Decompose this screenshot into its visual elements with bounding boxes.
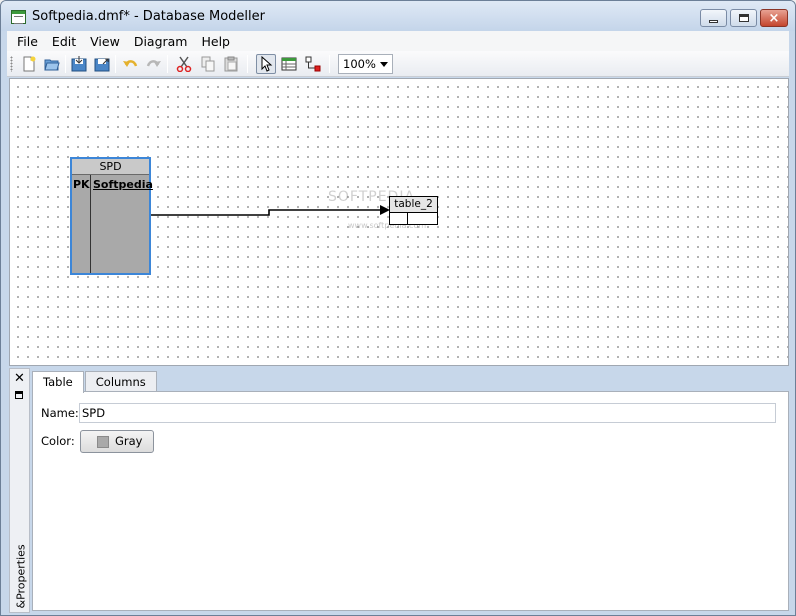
new-file-button[interactable] (19, 54, 39, 74)
properties-dock-strip: ✕ &Properties (9, 368, 30, 613)
add-relation-button[interactable] (303, 54, 323, 74)
entity-field: Softpedia (93, 178, 153, 191)
toolbar-separator (247, 55, 248, 73)
export-icon (94, 58, 110, 72)
toolbar-separator (65, 55, 66, 73)
entity-column-divider (90, 175, 91, 273)
open-folder-icon (44, 59, 60, 71)
zoom-select[interactable]: 100% (338, 54, 393, 74)
zoom-value: 100% (343, 57, 376, 71)
copy-icon (201, 56, 215, 72)
maximize-button[interactable] (730, 9, 757, 27)
entity-spd[interactable]: SPD PK Softpedia (70, 157, 153, 275)
add-table-button[interactable] (279, 54, 299, 74)
minimize-icon (709, 19, 718, 23)
color-swatch (97, 436, 109, 448)
open-button[interactable] (42, 54, 62, 74)
close-icon: × (768, 10, 780, 26)
toolbar: 100% (7, 51, 789, 77)
color-button-label: Gray (115, 434, 143, 448)
properties-dock-label[interactable]: &Properties (15, 543, 28, 608)
color-button[interactable]: Gray (80, 430, 154, 453)
export-button[interactable] (92, 54, 112, 74)
undo-icon (123, 60, 138, 67)
toolbar-separator (167, 55, 168, 73)
name-field[interactable]: SPD (79, 403, 776, 423)
import-icon (71, 56, 87, 72)
menu-help[interactable]: Help (194, 34, 237, 49)
add-relation-icon (305, 56, 321, 72)
menu-bar: File Edit View Diagram Help (7, 31, 789, 51)
menu-view[interactable]: View (83, 34, 127, 49)
close-icon[interactable]: ✕ (14, 371, 25, 386)
app-window: Softpedia.dmf* - Database Modeller × Fil… (0, 0, 796, 616)
select-pointer-icon (261, 56, 273, 72)
primary-key-label: PK (73, 178, 90, 191)
copy-button[interactable] (198, 54, 218, 74)
name-label: Name: (41, 406, 79, 420)
maximize-icon (738, 14, 749, 22)
entity-title: table_2 (390, 197, 437, 213)
toolbar-separator (329, 55, 330, 73)
menu-edit[interactable]: Edit (45, 34, 83, 49)
menu-diagram[interactable]: Diagram (127, 34, 195, 49)
color-label: Color: (41, 434, 75, 448)
diagram-canvas[interactable]: SOFTPEDIA www.softpedia.com SPD PK Softp… (9, 78, 789, 366)
paste-icon (224, 56, 238, 72)
menu-file[interactable]: File (7, 34, 45, 49)
properties-panel: Name: SPD Color: Gray (32, 391, 789, 611)
redo-icon (146, 60, 161, 67)
properties-tabs: Table Columns (32, 371, 158, 393)
window-title: Softpedia.dmf* - Database Modeller (32, 9, 265, 24)
close-button[interactable]: × (760, 9, 788, 27)
cut-icon (176, 56, 192, 72)
entity-column-divider (407, 213, 408, 224)
tab-columns[interactable]: Columns (84, 371, 157, 392)
entity-title: SPD (72, 159, 149, 175)
redo-button[interactable] (144, 54, 164, 74)
import-button[interactable] (69, 54, 89, 74)
new-file-icon (23, 56, 36, 72)
entity-table-2[interactable]: table_2 (389, 196, 438, 225)
add-table-icon (281, 57, 297, 71)
toolbar-separator (115, 55, 116, 73)
app-icon (11, 10, 26, 24)
cut-button[interactable] (174, 54, 194, 74)
minimize-button[interactable] (700, 9, 727, 27)
chevron-down-icon (380, 62, 388, 67)
select-tool-button[interactable] (256, 54, 276, 74)
toolbar-grip[interactable] (10, 56, 13, 72)
undo-button[interactable] (120, 54, 140, 74)
paste-button[interactable] (221, 54, 241, 74)
float-panel-icon[interactable] (15, 391, 23, 399)
tab-table[interactable]: Table (32, 371, 84, 393)
title-bar[interactable]: Softpedia.dmf* - Database Modeller × (1, 1, 795, 31)
